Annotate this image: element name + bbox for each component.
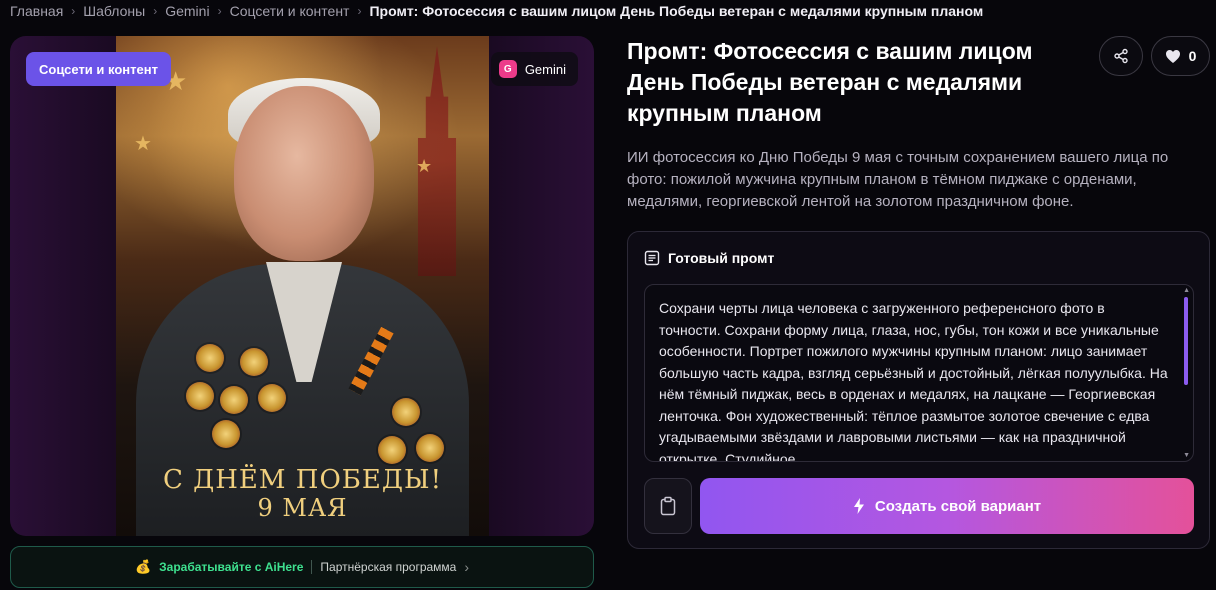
clipboard-icon bbox=[660, 496, 676, 516]
share-button[interactable] bbox=[1099, 36, 1143, 76]
gemini-icon: G bbox=[498, 60, 517, 78]
preview-image-card[interactable]: ★ ★ ★ С ДНЁМ ПОБЕДЫ! 9 МАЯ Соцсети и кон… bbox=[10, 36, 594, 536]
scrollbar-thumb[interactable] bbox=[1184, 297, 1188, 385]
model-badge[interactable]: G Gemini bbox=[490, 52, 578, 86]
medal-icon bbox=[240, 348, 268, 376]
heart-icon bbox=[1165, 49, 1180, 63]
share-icon bbox=[1114, 48, 1128, 64]
like-button[interactable]: 0 bbox=[1151, 36, 1210, 76]
poster-greeting-line1: С ДНЁМ ПОБЕДЫ! bbox=[162, 465, 443, 495]
copy-button[interactable] bbox=[644, 478, 692, 534]
category-badge[interactable]: Соцсети и контент bbox=[26, 52, 171, 86]
medal-icon bbox=[378, 436, 406, 464]
medal-icon bbox=[196, 344, 224, 372]
chevron-right-icon: › bbox=[153, 4, 158, 18]
affiliate-earn-text: Зарабатывайте с AiHere bbox=[159, 560, 304, 574]
breadcrumb: Главная › Шаблоны › Gemini › Соцсети и к… bbox=[10, 2, 983, 20]
prompt-textarea[interactable]: Сохрани черты лица человека с загруженно… bbox=[644, 284, 1194, 462]
medal-icon bbox=[212, 420, 240, 448]
scroll-up-arrow-icon[interactable]: ▲ bbox=[1183, 287, 1190, 294]
chevron-right-icon: › bbox=[71, 4, 76, 18]
breadcrumb-current: Промт: Фотосессия с вашим лицом День Поб… bbox=[369, 3, 984, 19]
breadcrumb-home[interactable]: Главная bbox=[10, 3, 63, 19]
divider bbox=[311, 560, 313, 574]
prompt-heading: Готовый промт bbox=[644, 250, 774, 266]
medal-icon bbox=[392, 398, 420, 426]
poster-greeting-line2: 9 МАЯ bbox=[257, 494, 348, 522]
breadcrumb-templates[interactable]: Шаблоны bbox=[83, 3, 145, 19]
medal-icon bbox=[220, 386, 248, 414]
coin-bag-icon: 💰 bbox=[134, 559, 152, 574]
chevron-right-icon: › bbox=[217, 4, 222, 18]
medal-icon bbox=[186, 382, 214, 410]
star-icon: ★ bbox=[416, 156, 433, 176]
affiliate-banner[interactable]: 💰 Зарабатывайте с AiHere Партнёрская про… bbox=[10, 546, 594, 588]
prompt-card: Готовый промт Сохрани черты лица человек… bbox=[627, 231, 1210, 549]
create-variant-button[interactable]: Создать свой вариант bbox=[700, 478, 1194, 534]
template-description: ИИ фотосессия ко Дню Победы 9 мая с точн… bbox=[627, 149, 1169, 210]
like-count: 0 bbox=[1188, 48, 1197, 64]
preview-image: ★ ★ ★ С ДНЁМ ПОБЕДЫ! 9 МАЯ bbox=[116, 36, 489, 536]
model-badge-label: Gemini bbox=[524, 61, 566, 77]
page-title: Промт: Фотосессия с вашим лицом День Поб… bbox=[627, 38, 1033, 126]
medal-icon bbox=[258, 384, 286, 412]
poster-greeting: С ДНЁМ ПОБЕДЫ! 9 МАЯ bbox=[116, 466, 489, 522]
scroll-down-arrow-icon[interactable]: ▼ bbox=[1183, 452, 1190, 459]
star-icon: ★ bbox=[134, 133, 152, 155]
affiliate-partner-text: Партнёрская программа bbox=[320, 560, 457, 574]
face-shape bbox=[234, 86, 374, 261]
medal-icon bbox=[416, 434, 444, 462]
breadcrumb-gemini[interactable]: Gemini bbox=[165, 3, 209, 19]
document-icon bbox=[644, 250, 660, 266]
create-variant-label: Создать свой вариант bbox=[874, 497, 1042, 515]
lightning-icon bbox=[853, 498, 864, 514]
chevron-right-icon: › bbox=[464, 559, 470, 575]
prompt-heading-label: Готовый промт bbox=[668, 250, 775, 266]
breadcrumb-category[interactable]: Соцсети и контент bbox=[230, 3, 350, 19]
prompt-text: Сохрани черты лица человека с загруженно… bbox=[659, 300, 1168, 462]
chevron-right-icon: › bbox=[357, 4, 362, 18]
